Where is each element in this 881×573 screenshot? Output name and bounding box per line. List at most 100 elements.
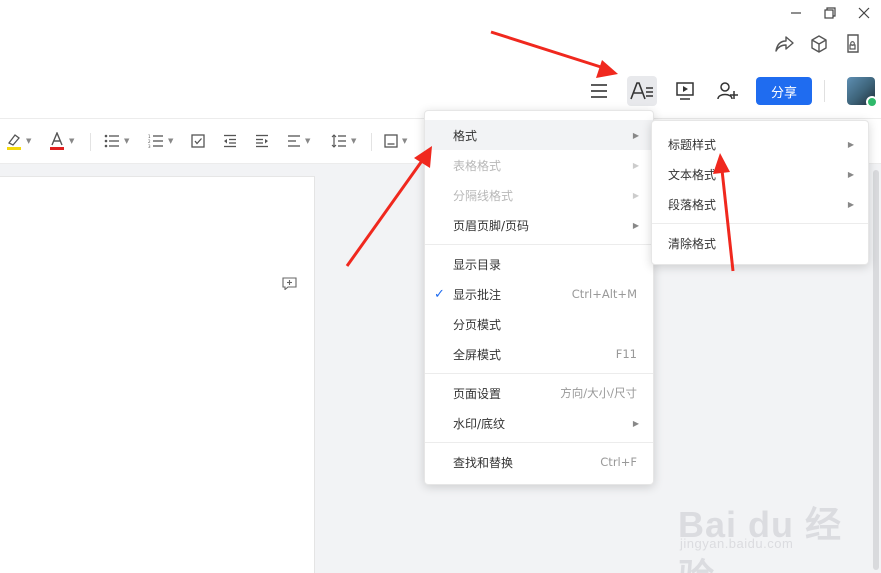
close-icon [858, 7, 870, 19]
add-comment-icon[interactable] [282, 277, 297, 290]
chevron-right-icon: ▶ [847, 139, 854, 149]
chevron-right-icon: ▶ [847, 169, 854, 179]
submenu-item-clear-format[interactable]: 清除格式 [652, 228, 868, 258]
chevron-down-icon: ▼ [402, 137, 408, 145]
submenu-item-heading-style[interactable]: 标题样式 ▶ [652, 129, 868, 159]
format-submenu: 标题样式 ▶ 文本格式 ▶ 段落格式 ▶ 清除格式 [651, 120, 869, 265]
header-actions: 分享 [584, 76, 878, 108]
restore-icon [824, 7, 836, 19]
menu-item-label: 分页模式 [453, 317, 502, 332]
submenu-item-label: 文本格式 [668, 167, 717, 182]
watermark-url: jingyan.baidu.com [680, 536, 794, 551]
menu-divider [425, 373, 653, 374]
close-button[interactable] [847, 0, 881, 26]
menu-item-page-mode[interactable]: 分页模式 [425, 309, 653, 339]
document-page[interactable] [0, 176, 315, 573]
share-forward-button[interactable] [775, 34, 795, 54]
menu-item-label: 全屏模式 [453, 347, 502, 362]
menu-button[interactable] [584, 76, 614, 106]
menu-item-show-toc[interactable]: 显示目录 [425, 249, 653, 279]
numbered-list-icon: 123 [148, 134, 163, 148]
align-left-icon [288, 135, 300, 147]
text-format-button[interactable] [627, 76, 657, 106]
bullet-list-button[interactable]: ▼ [104, 131, 129, 151]
chevron-down-icon: ▼ [124, 137, 130, 145]
restore-button[interactable] [813, 0, 847, 26]
menu-item-label: 页眉页脚/页码 [453, 218, 530, 233]
menu-item-label: 页面设置 [453, 386, 502, 401]
menu-item-show-comments[interactable]: ✓ 显示批注 Ctrl+Alt+M [425, 279, 653, 309]
document-lock-button[interactable] [843, 34, 863, 54]
arrow-to-format-button [490, 30, 618, 78]
baidu-watermark: Bai du 经验 jingyan.baidu.com [672, 478, 872, 573]
chevron-down-icon: ▼ [351, 137, 357, 145]
package-button[interactable] [809, 34, 829, 54]
menu-item-label: 显示批注 [453, 287, 502, 302]
cube-icon [811, 35, 827, 53]
submenu-item-paragraph-format[interactable]: 段落格式 ▶ [652, 189, 868, 219]
numbered-list-button[interactable]: 123 ▼ [148, 131, 173, 151]
add-user-icon [717, 82, 738, 100]
chevron-right-icon: ▶ [632, 190, 639, 200]
minimize-button[interactable] [779, 0, 813, 26]
avatar[interactable] [847, 77, 878, 108]
submenu-item-label: 段落格式 [668, 197, 717, 212]
text-format-icon [630, 82, 653, 100]
chevron-down-icon: ▼ [168, 137, 174, 145]
font-color-button[interactable]: ▼ [49, 131, 74, 151]
highlighter-icon [7, 134, 21, 150]
add-collaborator-button[interactable] [713, 76, 743, 106]
menu-item-fullscreen[interactable]: 全屏模式 F11 [425, 339, 653, 369]
align-button[interactable]: ▼ [287, 131, 310, 151]
submenu-item-label: 清除格式 [668, 236, 717, 251]
scrollbar-thumb[interactable] [873, 170, 879, 570]
presentation-button[interactable] [670, 76, 700, 106]
menu-item-page-setup[interactable]: 页面设置 方向/大小/尺寸 [425, 378, 653, 408]
line-spacing-icon [331, 134, 346, 148]
chevron-right-icon: ▶ [632, 160, 639, 170]
checkbox-icon [191, 134, 205, 148]
document-lock-icon [847, 34, 859, 53]
presentation-icon [676, 82, 694, 100]
share-forward-icon [775, 36, 794, 52]
chevron-down-icon: ▼ [26, 137, 32, 145]
chevron-right-icon: ▶ [632, 418, 639, 428]
outdent-icon [224, 134, 236, 148]
menu-item-label: 格式 [453, 128, 478, 143]
top-tools [775, 34, 863, 54]
minimize-icon [791, 12, 801, 14]
submenu-item-text-format[interactable]: 文本格式 ▶ [652, 159, 868, 189]
indent-icon [256, 134, 268, 148]
insert-image-button[interactable]: ▼ [384, 131, 407, 151]
menu-item-shortcut: F11 [615, 347, 637, 361]
chevron-right-icon: ▶ [632, 130, 639, 140]
svg-text:3: 3 [148, 144, 151, 148]
menu-item-table-format: 表格格式 ▶ [425, 150, 653, 180]
checklist-button[interactable] [191, 131, 205, 151]
menu-item-shortcut: Ctrl+F [600, 455, 637, 469]
menu-divider [425, 244, 653, 245]
highlight-color-button[interactable]: ▼ [6, 131, 31, 151]
watermark-brand: Bai du 经验 [678, 504, 843, 573]
menu-item-format[interactable]: 格式 ▶ [425, 120, 653, 150]
increase-indent-button[interactable] [255, 131, 269, 151]
chevron-right-icon: ▶ [632, 220, 639, 230]
menu-item-divider-format: 分隔线格式 ▶ [425, 180, 653, 210]
menu-item-header-footer[interactable]: 页眉页脚/页码 ▶ [425, 210, 653, 240]
menu-item-shortcut: Ctrl+Alt+M [571, 287, 637, 301]
font-color-icon [50, 132, 64, 150]
menu-item-label: 显示目录 [453, 257, 502, 272]
decrease-indent-button[interactable] [223, 131, 237, 151]
menu-item-find-replace[interactable]: 查找和替换 Ctrl+F [425, 447, 653, 477]
line-spacing-button[interactable]: ▼ [331, 131, 356, 151]
submenu-divider [652, 223, 868, 224]
share-button[interactable]: 分享 [756, 77, 812, 105]
bullet-list-icon [104, 134, 119, 148]
toolbar-divider [90, 133, 91, 151]
header-divider [824, 80, 825, 102]
checkmark-icon: ✓ [434, 286, 445, 302]
chevron-right-icon: ▶ [847, 199, 854, 209]
submenu-item-label: 标题样式 [668, 137, 717, 152]
menu-item-label: 查找和替换 [453, 455, 514, 470]
menu-item-watermark[interactable]: 水印/底纹 ▶ [425, 408, 653, 438]
